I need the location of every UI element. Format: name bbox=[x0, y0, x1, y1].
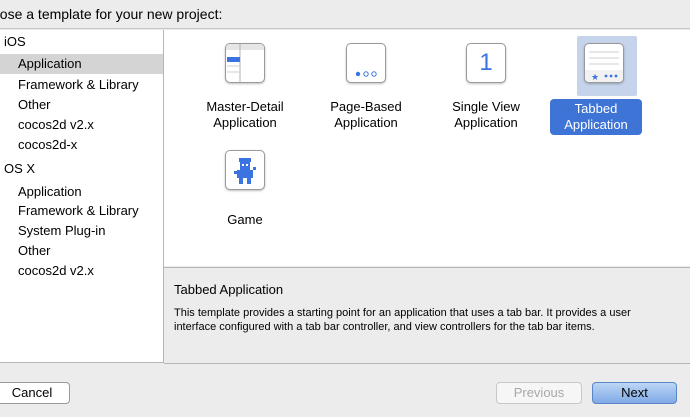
description-title: Tabbed Application bbox=[174, 282, 284, 297]
single-view-icon: 1 bbox=[466, 43, 506, 83]
sidebar-item-osx-framework-library[interactable]: Framework & Library bbox=[18, 203, 139, 218]
template-category-sidebar: iOS Application Framework & Library Othe… bbox=[0, 30, 164, 363]
sidebar-item-ios-cocos2d-x[interactable]: cocos2d-x bbox=[18, 137, 77, 152]
template-label: Single View Application bbox=[452, 99, 520, 130]
cancel-button[interactable]: Cancel bbox=[0, 382, 70, 404]
divider bbox=[0, 28, 690, 29]
template-description-panel: Tabbed Application This template provide… bbox=[164, 267, 690, 364]
game-icon bbox=[225, 150, 265, 190]
description-body: This template provides a starting point … bbox=[174, 307, 631, 333]
sidebar-item-osx-cocos2d[interactable]: cocos2d v2.x bbox=[18, 263, 94, 278]
template-grid: Master-Detail Application Page-Based Appli… bbox=[164, 30, 690, 266]
template-label: Tabbed Application bbox=[550, 99, 642, 135]
sidebar-section-ios: iOS bbox=[4, 34, 26, 49]
sidebar-item-ios-application[interactable]: Application bbox=[0, 54, 163, 74]
next-button[interactable]: Next bbox=[592, 382, 677, 404]
sidebar-section-osx: OS X bbox=[4, 161, 36, 176]
template-label: Game bbox=[227, 212, 263, 227]
sidebar-item-osx-other[interactable]: Other bbox=[18, 243, 51, 258]
sidebar-item-osx-system-plugin[interactable]: System Plug-in bbox=[18, 223, 105, 238]
template-label: Master-Detail Application bbox=[206, 99, 284, 130]
previous-button[interactable]: Previous bbox=[496, 382, 582, 404]
sidebar-item-osx-application[interactable]: Application bbox=[18, 184, 82, 199]
sidebar-item-ios-framework-library[interactable]: Framework & Library bbox=[18, 77, 139, 92]
master-detail-icon bbox=[225, 43, 265, 83]
svg-text:★: ★ bbox=[591, 73, 599, 82]
sidebar-item-ios-other[interactable]: Other bbox=[18, 97, 51, 112]
page-based-icon bbox=[346, 43, 386, 83]
dialog-prompt: oose a template for your new project: bbox=[0, 6, 223, 22]
sidebar-item-ios-cocos2d[interactable]: cocos2d v2.x bbox=[18, 117, 94, 132]
tabbed-icon: ★ bbox=[584, 43, 624, 83]
template-label: Page-Based Application bbox=[330, 99, 402, 130]
